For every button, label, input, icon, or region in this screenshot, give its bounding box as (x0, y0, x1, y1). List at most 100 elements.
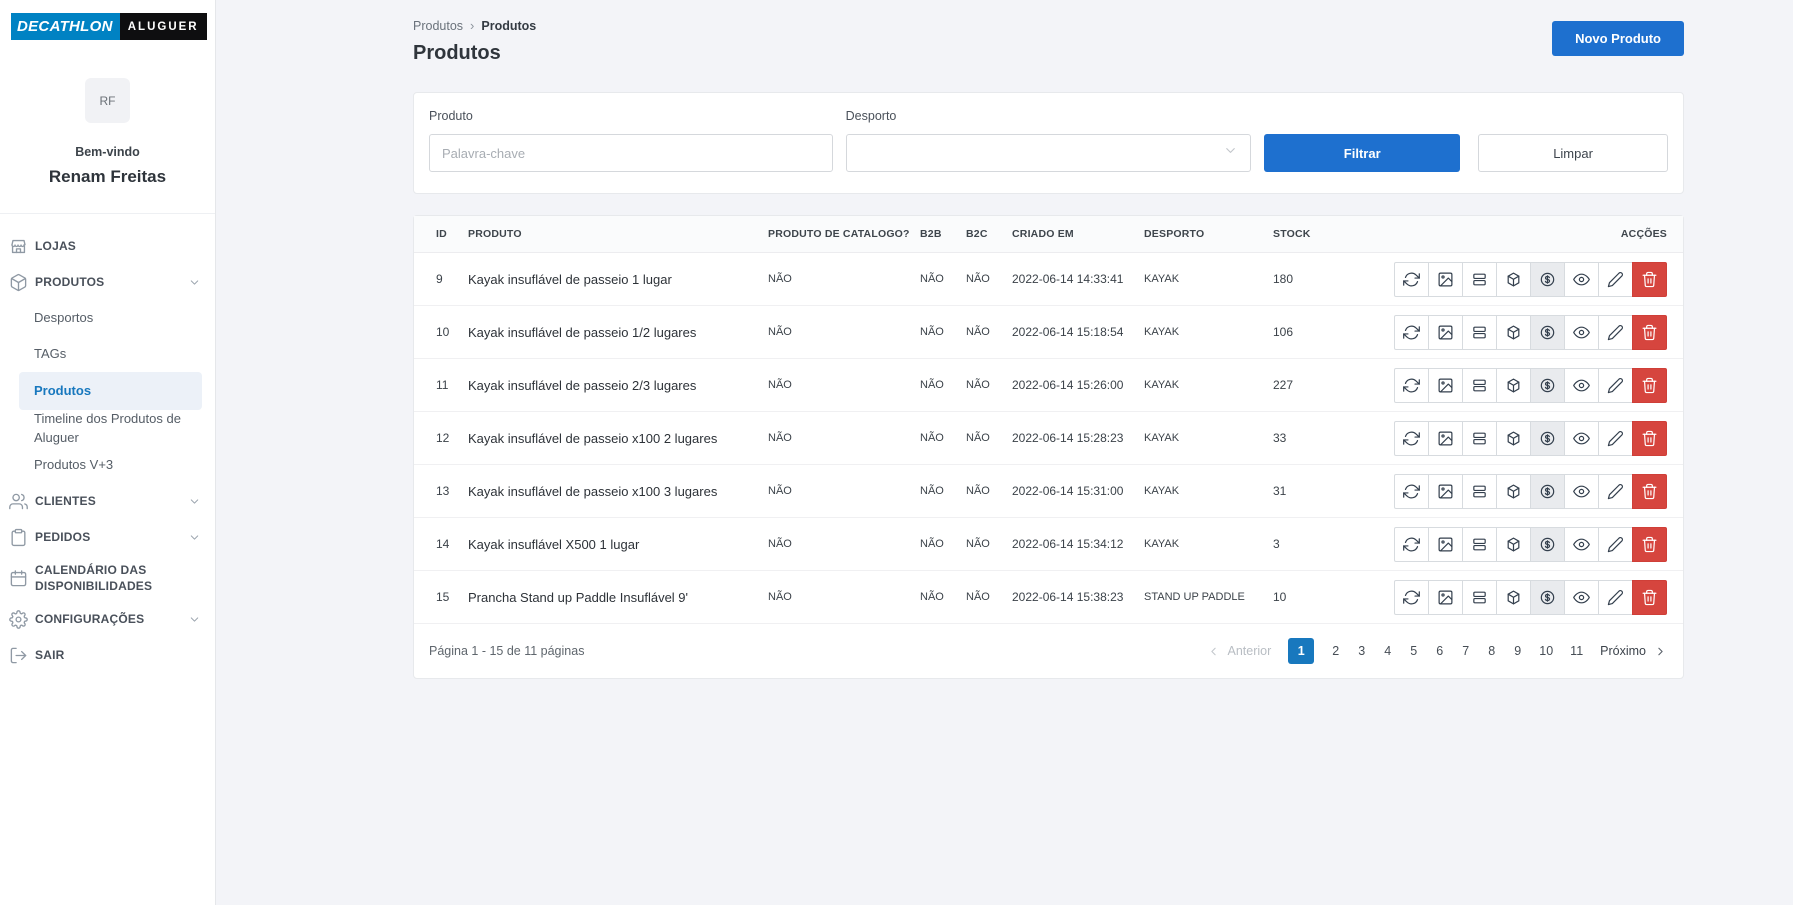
sidebar-subitem-desportos[interactable]: Desportos (0, 300, 215, 336)
variants-button[interactable] (1462, 262, 1497, 297)
cell-stock: 227 (1273, 378, 1383, 392)
pricing-button[interactable] (1530, 527, 1565, 562)
sync-button[interactable] (1394, 315, 1429, 350)
pagination-page-8[interactable]: 8 (1487, 644, 1496, 658)
variants-button[interactable] (1462, 527, 1497, 562)
package-button[interactable] (1496, 368, 1531, 403)
package-button[interactable] (1496, 527, 1531, 562)
images-button[interactable] (1428, 262, 1463, 297)
sidebar-item-pedidos[interactable]: PEDIDOS (0, 520, 215, 556)
sync-button[interactable] (1394, 527, 1429, 562)
sync-button[interactable] (1394, 262, 1429, 297)
pricing-button[interactable] (1530, 580, 1565, 615)
edit-button[interactable] (1598, 262, 1633, 297)
pagination-page-4[interactable]: 4 (1383, 644, 1392, 658)
sidebar-subitem-produtos[interactable]: Produtos (19, 372, 202, 410)
pagination-page-3[interactable]: 3 (1357, 644, 1366, 658)
images-button[interactable] (1428, 368, 1463, 403)
view-button[interactable] (1564, 315, 1599, 350)
delete-button[interactable] (1632, 315, 1667, 350)
pagination-page-9[interactable]: 9 (1513, 644, 1522, 658)
variants-button[interactable] (1462, 474, 1497, 509)
breadcrumb-current: Produtos (481, 19, 536, 33)
edit-button[interactable] (1598, 421, 1633, 456)
images-button[interactable] (1428, 421, 1463, 456)
package-button[interactable] (1496, 474, 1531, 509)
sidebar-item-sair[interactable]: SAIR (0, 637, 215, 673)
edit-button[interactable] (1598, 580, 1633, 615)
edit-button[interactable] (1598, 527, 1633, 562)
images-button[interactable] (1428, 474, 1463, 509)
delete-button[interactable] (1632, 421, 1667, 456)
package-button[interactable] (1496, 421, 1531, 456)
filter-button[interactable]: Filtrar (1264, 134, 1460, 172)
avatar: RF (85, 78, 130, 123)
delete-button[interactable] (1632, 368, 1667, 403)
sidebar-subitem-timeline-dos-produtos-de-aluguer[interactable]: Timeline dos Produtos de Aluguer (0, 410, 215, 448)
cube-icon (1505, 483, 1522, 500)
package-button[interactable] (1496, 262, 1531, 297)
variants-button[interactable] (1462, 368, 1497, 403)
pricing-button[interactable] (1530, 262, 1565, 297)
sidebar-item-configuracoes[interactable]: CONFIGURAÇÕES (0, 601, 215, 637)
pricing-button[interactable] (1530, 315, 1565, 350)
sidebar-subitem-tags[interactable]: TAGs (0, 336, 215, 372)
edit-button[interactable] (1598, 474, 1633, 509)
delete-button[interactable] (1632, 474, 1667, 509)
view-button[interactable] (1564, 421, 1599, 456)
view-button[interactable] (1564, 527, 1599, 562)
edit-button[interactable] (1598, 315, 1633, 350)
dollar-circle-icon (1539, 324, 1556, 341)
new-product-button[interactable]: Novo Produto (1552, 21, 1684, 56)
column-header-produto-de-catalogo: PRODUTO DE CATALOGO? (768, 228, 920, 240)
eye-icon (1573, 430, 1590, 447)
sync-icon (1403, 377, 1420, 394)
edit-button[interactable] (1598, 368, 1633, 403)
sidebar-item-clientes[interactable]: CLIENTES (0, 484, 215, 520)
variants-button[interactable] (1462, 580, 1497, 615)
view-button[interactable] (1564, 474, 1599, 509)
pagination-page-10[interactable]: 10 (1539, 644, 1553, 658)
pagination-page-7[interactable]: 7 (1461, 644, 1470, 658)
sidebar-subitem-produtos-v-3[interactable]: Produtos V+3 (0, 448, 215, 484)
product-keyword-input[interactable] (429, 134, 833, 172)
rows-icon (1471, 536, 1488, 553)
sync-button[interactable] (1394, 368, 1429, 403)
sync-button[interactable] (1394, 474, 1429, 509)
pricing-button[interactable] (1530, 474, 1565, 509)
images-button[interactable] (1428, 527, 1463, 562)
sidebar-item-lojas[interactable]: LOJAS (0, 228, 215, 264)
pagination-page-6[interactable]: 6 (1435, 644, 1444, 658)
images-button[interactable] (1428, 580, 1463, 615)
pagination-page-11[interactable]: 11 (1570, 644, 1583, 658)
view-button[interactable] (1564, 580, 1599, 615)
package-button[interactable] (1496, 315, 1531, 350)
variants-button[interactable] (1462, 315, 1497, 350)
package-button[interactable] (1496, 580, 1531, 615)
pricing-button[interactable] (1530, 368, 1565, 403)
pagination-page-5[interactable]: 5 (1409, 644, 1418, 658)
pagination-page-2[interactable]: 2 (1331, 644, 1340, 658)
images-button[interactable] (1428, 315, 1463, 350)
sidebar-item-produtos[interactable]: PRODUTOS (0, 264, 215, 300)
sport-select[interactable] (846, 134, 1252, 172)
pagination-next[interactable]: Próximo (1600, 644, 1667, 658)
cube-icon (1505, 324, 1522, 341)
trash-icon (1641, 483, 1658, 500)
column-header-produto: PRODUTO (468, 228, 768, 240)
delete-button[interactable] (1632, 580, 1667, 615)
clear-button[interactable]: Limpar (1478, 134, 1668, 172)
breadcrumb-parent[interactable]: Produtos (413, 19, 463, 33)
sidebar-item-calendario-das-disponibilidades[interactable]: CALENDÁRIO DAS DISPONIBILIDADES (0, 556, 215, 602)
view-button[interactable] (1564, 368, 1599, 403)
sidebar-item-label: LOJAS (35, 232, 82, 261)
pagination-page-1[interactable]: 1 (1288, 638, 1314, 664)
delete-button[interactable] (1632, 262, 1667, 297)
view-button[interactable] (1564, 262, 1599, 297)
variants-button[interactable] (1462, 421, 1497, 456)
sync-button[interactable] (1394, 421, 1429, 456)
pricing-button[interactable] (1530, 421, 1565, 456)
sync-button[interactable] (1394, 580, 1429, 615)
delete-button[interactable] (1632, 527, 1667, 562)
pagination-previous[interactable]: Anterior (1207, 644, 1271, 658)
